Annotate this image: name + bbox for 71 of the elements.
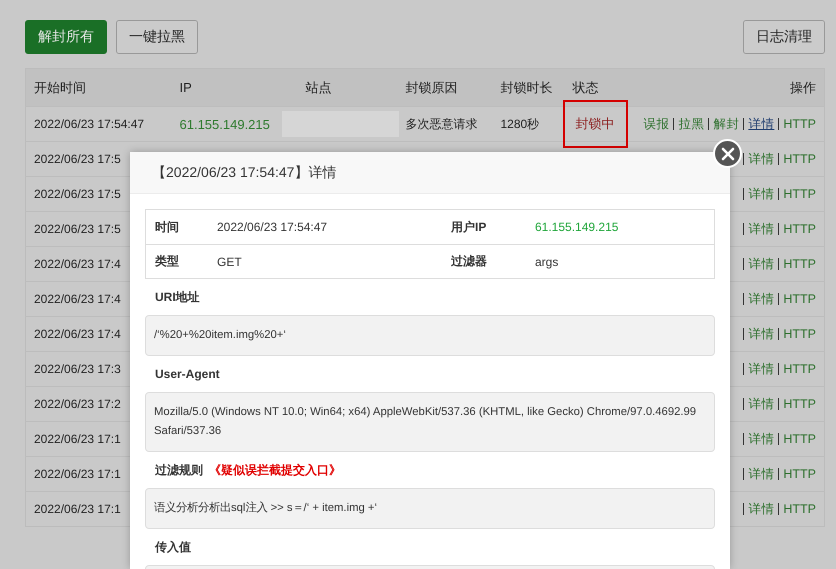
- table-cell: 2022/06/23 17:4: [34, 327, 121, 341]
- action-link[interactable]: HTTP: [783, 117, 816, 131]
- toolbar-button[interactable]: 日志清理: [743, 20, 825, 54]
- action-link[interactable]: HTTP: [783, 222, 816, 236]
- action-link[interactable]: 误报: [643, 116, 670, 132]
- info-value: GET: [217, 244, 442, 278]
- action-link[interactable]: HTTP: [783, 187, 816, 201]
- table-cell: 1280秒: [500, 116, 540, 130]
- info-value: args: [535, 244, 714, 278]
- close-icon: [720, 146, 734, 160]
- table-cell: 2022/06/23 17:54:47: [34, 117, 144, 131]
- column-header: 封锁时长: [500, 80, 552, 94]
- action-link[interactable]: HTTP: [783, 327, 816, 341]
- action-link[interactable]: 详情: [748, 116, 774, 132]
- dialog-title: 【2022/06/23 17:54:47】详情: [152, 164, 336, 182]
- action-link[interactable]: 详情: [748, 220, 774, 238]
- action-link[interactable]: HTTP: [783, 362, 816, 376]
- action-link[interactable]: 详情: [748, 256, 774, 272]
- section-label: 传入值: [155, 538, 191, 556]
- action-link[interactable]: 详情: [748, 290, 774, 308]
- table-cell: 2022/06/23 17:4: [34, 257, 121, 271]
- action-link[interactable]: 详情: [748, 150, 774, 168]
- section-label: User-Agent: [155, 367, 220, 381]
- action-link[interactable]: HTTP: [783, 292, 816, 306]
- value-box: /‘%20+%20item.img%20+‘: [145, 315, 715, 356]
- info-value: 2022/06/23 17:54:47: [217, 219, 328, 236]
- column-header: 封锁原因: [406, 80, 458, 94]
- status-label: 封锁中: [562, 100, 628, 148]
- table-cell: 2022/06/23 17:5: [34, 222, 121, 236]
- action-link[interactable]: 拉黑: [678, 116, 704, 132]
- action-link[interactable]: 详情: [748, 430, 774, 448]
- toolbar-button[interactable]: 解封所有: [25, 20, 107, 54]
- ip-address: 61.155.149.215: [180, 116, 270, 132]
- action-link[interactable]: 详情: [748, 186, 774, 202]
- info-label: 时间: [154, 218, 180, 236]
- action-link[interactable]: 详情: [748, 396, 774, 412]
- table-cell: 多次恶意请求: [406, 116, 478, 130]
- action-link[interactable]: HTTP: [783, 502, 816, 516]
- action-link[interactable]: HTTP: [783, 432, 816, 446]
- column-header: IP: [180, 80, 192, 95]
- table-cell: 2022/06/23 17:5: [34, 187, 121, 201]
- action-link[interactable]: 解封: [713, 116, 740, 132]
- action-link[interactable]: 详情: [748, 500, 774, 518]
- action-link[interactable]: 详情: [748, 360, 774, 378]
- warning-note: 《疑似误拦截提交入口》: [209, 462, 341, 478]
- action-link[interactable]: HTTP: [783, 397, 816, 411]
- info-label: 用户IP: [450, 218, 488, 236]
- action-link[interactable]: 详情: [748, 466, 774, 482]
- table-cell: 2022/06/23 17:3: [34, 362, 121, 376]
- table-cell: 2022/06/23 17:5: [34, 152, 121, 166]
- table-cell: 2022/06/23 17:2: [34, 397, 121, 411]
- action-link[interactable]: HTTP: [783, 152, 816, 166]
- info-label: 类型: [146, 244, 217, 278]
- table-cell: 2022/06/23 17:1: [34, 502, 121, 516]
- value-box: 语义分析分析出sql注入 >> s＝/‘ + item.img +‘: [145, 488, 715, 529]
- table-cell: 2022/06/23 17:1: [34, 467, 121, 481]
- section-label: 过滤规则: [155, 462, 203, 478]
- column-header: 状态: [572, 80, 598, 94]
- table-cell: 2022/06/23 17:4: [34, 292, 121, 306]
- table-cell: 2022/06/23 17:1: [34, 432, 121, 446]
- toolbar-button[interactable]: 一键拉黑: [116, 20, 198, 54]
- info-value: 61.155.149.215: [535, 219, 620, 236]
- info-label: 过滤器: [442, 244, 535, 278]
- action-link[interactable]: 详情: [748, 326, 774, 342]
- action-link[interactable]: HTTP: [783, 257, 816, 271]
- value-box: Mozilla/5.0 (Windows NT 10.0; Win64; x64) AppleWebKit/537.36 (KHTML, like Gecko) Chrome/97.0.4692.99 Safari/537.36: [145, 392, 715, 452]
- action-link[interactable]: HTTP: [783, 467, 816, 481]
- section-label: URI地址: [155, 288, 200, 306]
- column-header: 开始时间: [34, 80, 86, 94]
- column-header: 站点: [306, 80, 332, 94]
- column-header: 操作: [790, 80, 816, 94]
